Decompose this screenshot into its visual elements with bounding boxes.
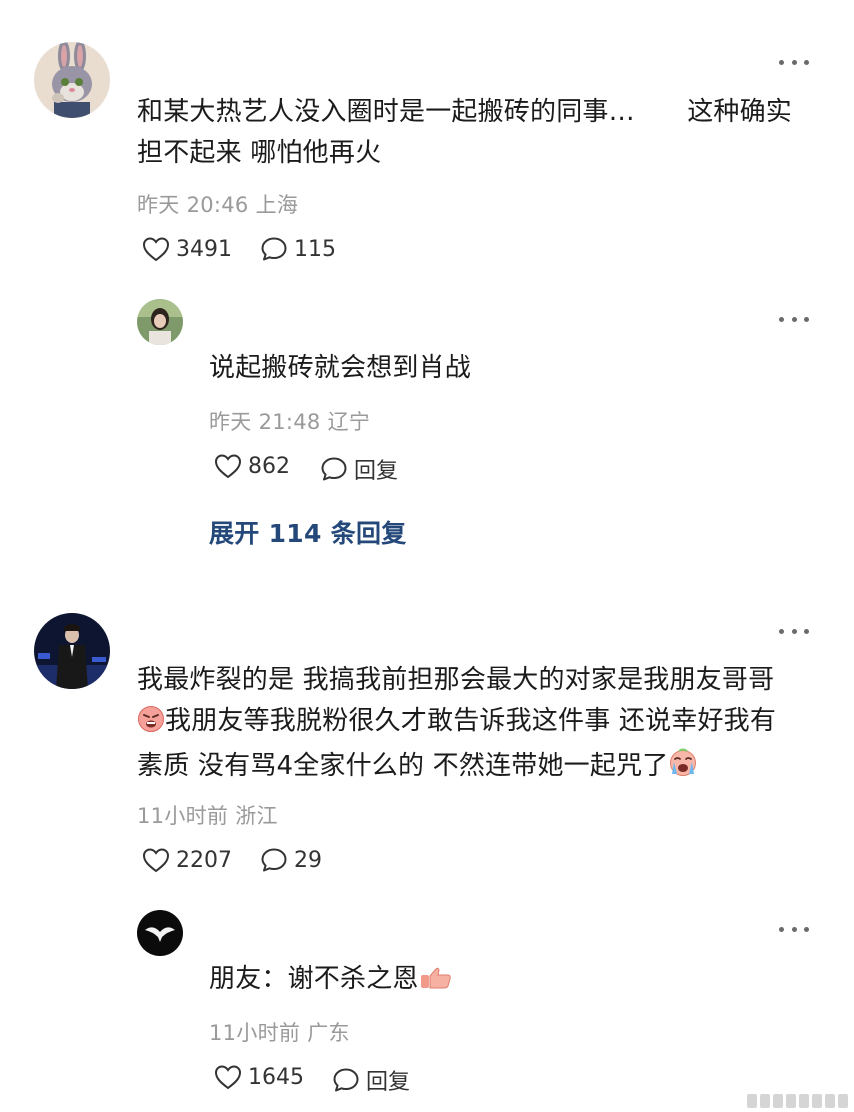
like-count-comment-1: 3491 xyxy=(176,236,232,262)
bird-avatar-icon xyxy=(137,910,183,956)
avatar-comment-2[interactable] xyxy=(34,613,110,689)
comment-1-meta: 昨天 20:46 上海 xyxy=(137,189,298,219)
heart-icon xyxy=(142,848,170,873)
reply-1-text-content: 说起搬砖就会想到肖战 xyxy=(209,353,472,383)
reply-2-time: 11小时前 xyxy=(209,1021,301,1045)
like-button-reply-2[interactable]: 1645 xyxy=(214,1064,304,1090)
reply-1-text: 说起搬砖就会想到肖战 xyxy=(209,348,789,389)
heart-icon xyxy=(142,237,170,262)
comment-2-meta: 11小时前 浙江 xyxy=(137,800,278,830)
more-options-button-comment-1[interactable] xyxy=(779,54,809,70)
heart-icon xyxy=(214,454,242,479)
comment-1-location: 上海 xyxy=(255,193,299,217)
like-button-comment-1[interactable]: 3491 xyxy=(142,236,232,262)
reply-1-time: 昨天 21:48 xyxy=(209,410,321,434)
reply-label-reply-2: 回复 xyxy=(366,1070,411,1095)
expand-replies-link[interactable]: 展开 114 条回复 xyxy=(209,514,407,550)
reply-count-comment-1: 115 xyxy=(294,236,336,262)
avatar-reply-2[interactable] xyxy=(137,910,183,956)
heart-icon xyxy=(214,1065,242,1090)
like-button-reply-1[interactable]: 862 xyxy=(214,453,290,479)
reply-count-button-comment-1[interactable]: 115 xyxy=(260,236,336,262)
watermark xyxy=(747,1094,848,1108)
comment-1-time: 昨天 20:46 xyxy=(137,193,249,217)
thumbs-up-icon xyxy=(419,963,453,1004)
reply-2-text: 朋友：谢不杀之恩 xyxy=(209,959,789,1004)
reply-1-meta: 昨天 21:48 辽宁 xyxy=(209,406,370,436)
crying-face-icon xyxy=(668,748,698,791)
user-photo-avatar-icon xyxy=(137,299,183,345)
more-options-button-reply-1[interactable] xyxy=(779,311,809,327)
user-photo-avatar-icon xyxy=(34,613,110,689)
reply-2-meta: 11小时前 广东 xyxy=(209,1017,350,1047)
avatar-reply-1[interactable] xyxy=(137,299,183,345)
comment-1-text: 和某大热艺人没入圈时是一起搬砖的同事… 这种确实担不起来 哪怕他再火 xyxy=(137,97,793,168)
comment-bubble-icon xyxy=(333,1068,359,1092)
comment-2-time: 11小时前 xyxy=(137,804,229,828)
avatar-comment-1[interactable] xyxy=(34,42,110,118)
more-options-button-comment-2[interactable] xyxy=(779,623,809,639)
comment-bubble-icon xyxy=(321,457,347,481)
comment-bubble-icon xyxy=(261,237,287,261)
reply-1-location: 辽宁 xyxy=(327,410,371,434)
comment-2-text: 和某大热艺人没入圈时是一起搬砖的同事… 这种确实担不起来 哪怕他再火 我最炸裂的… xyxy=(137,660,797,791)
reply-2-text-content: 朋友：谢不杀之恩 xyxy=(209,964,419,994)
reply-label-reply-1: 回复 xyxy=(354,459,399,484)
like-count-comment-2: 2207 xyxy=(176,847,232,873)
bunny-avatar-icon xyxy=(34,42,110,118)
reply-button-reply-2[interactable]: 回复 xyxy=(332,1064,410,1096)
reply-button-reply-1[interactable]: 回复 xyxy=(320,453,398,485)
like-count-reply-1: 862 xyxy=(248,453,290,479)
angry-face-icon xyxy=(137,705,165,746)
reply-2-location: 广东 xyxy=(307,1021,350,1045)
comment-2-text-a: 我最炸裂的是 我搞我前担那会最大的对家是我朋友哥哥 xyxy=(137,665,775,695)
like-button-comment-2[interactable]: 2207 xyxy=(142,847,232,873)
comment-bubble-icon xyxy=(261,848,287,872)
like-count-reply-2: 1645 xyxy=(248,1064,304,1090)
reply-count-button-comment-2[interactable]: 29 xyxy=(260,847,322,873)
more-options-button-reply-2[interactable] xyxy=(779,921,809,937)
comment-2-location: 浙江 xyxy=(235,804,278,828)
reply-count-comment-2: 29 xyxy=(294,847,322,873)
